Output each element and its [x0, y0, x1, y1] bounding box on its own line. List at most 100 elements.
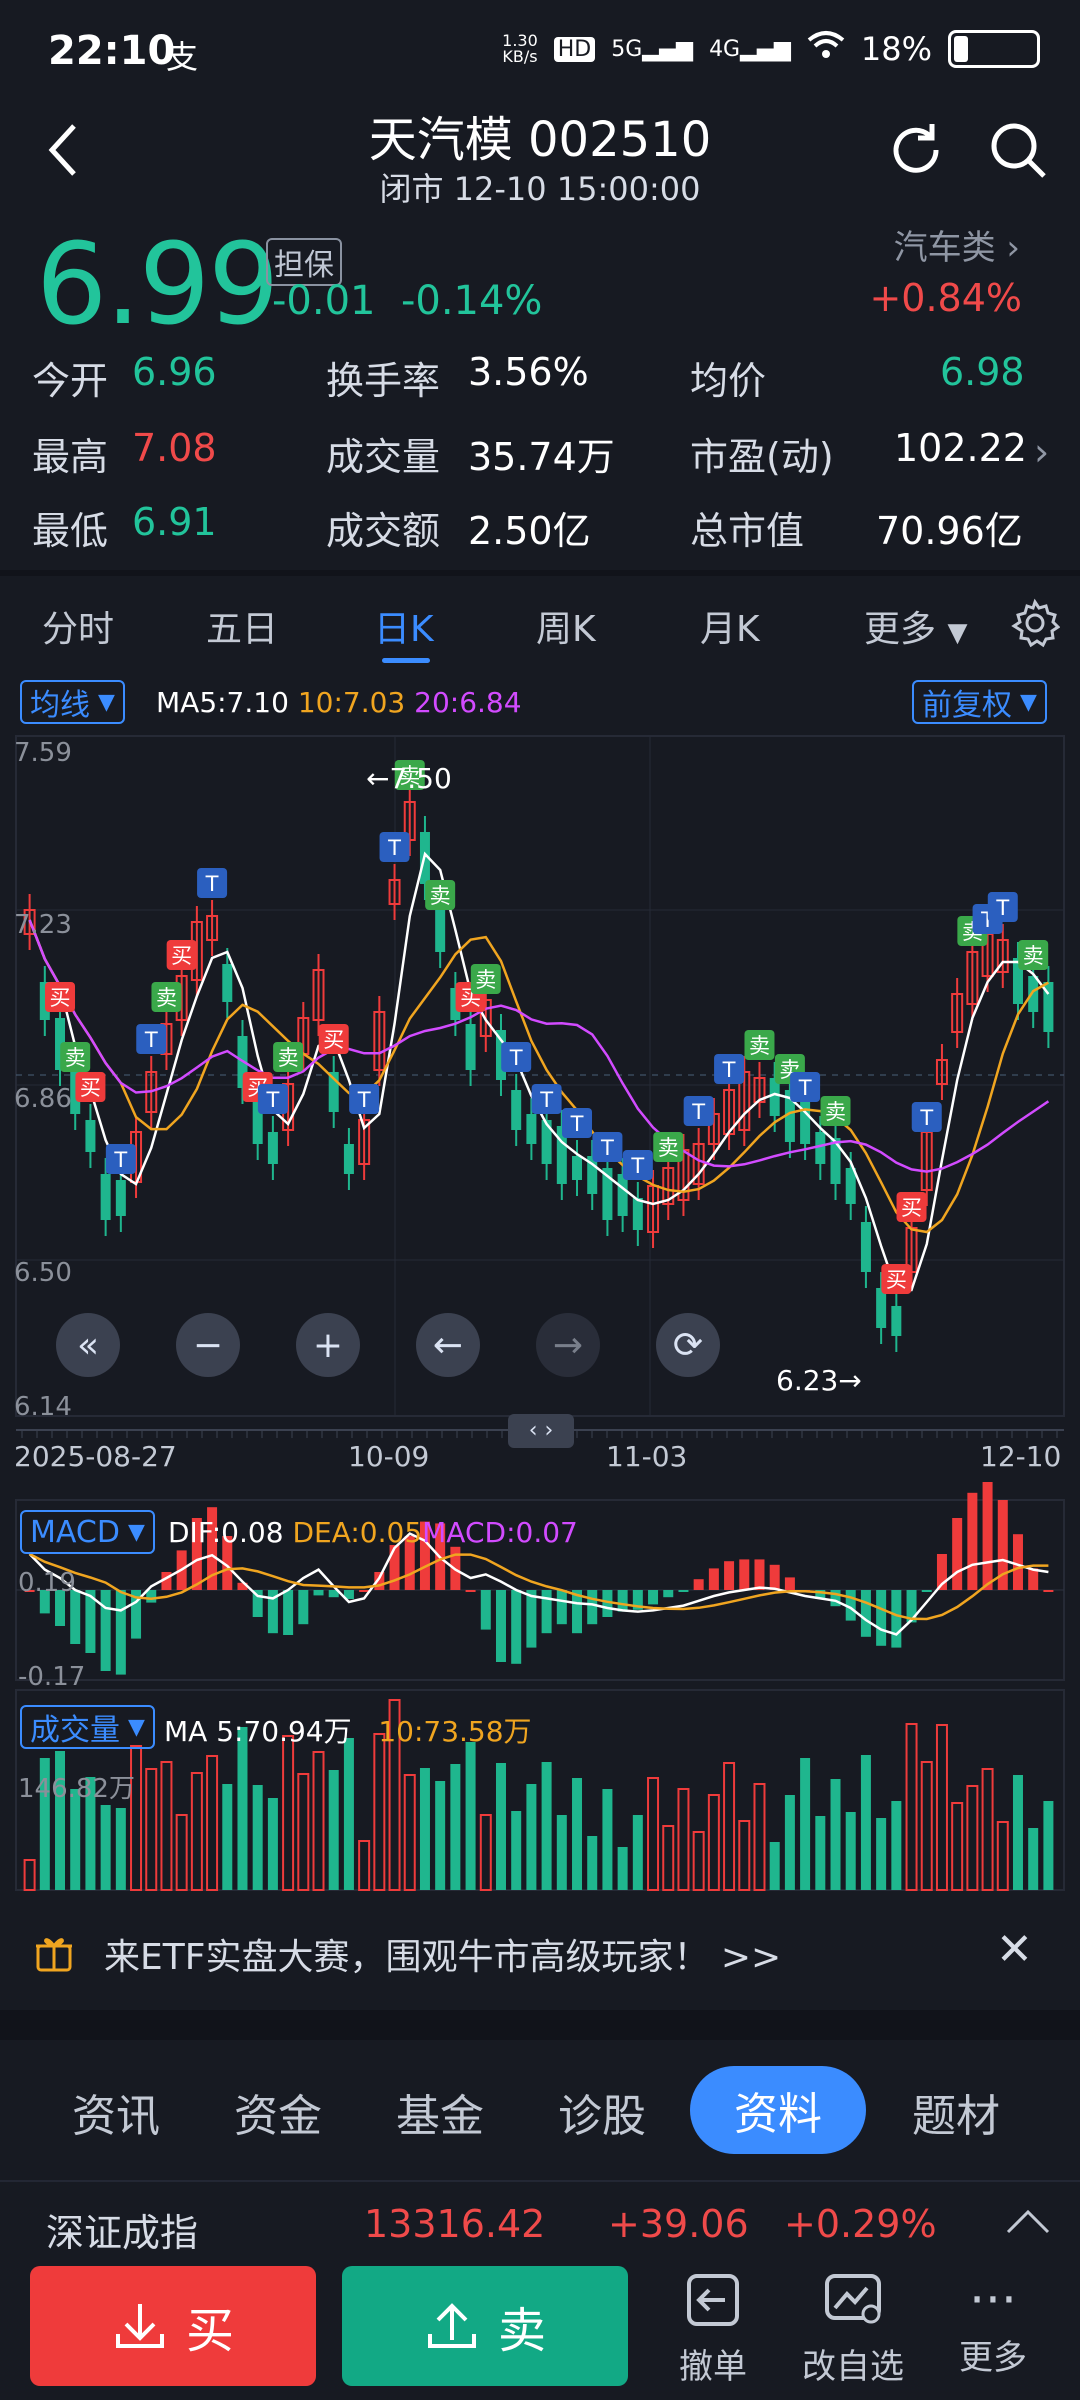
- index-name: 深证成指: [46, 2211, 199, 2255]
- vol-ma10: 10:73.58万: [378, 1715, 532, 1748]
- watchlist-button[interactable]: 改自选: [788, 2270, 918, 2388]
- trade-marker-label: T: [265, 1088, 279, 1112]
- rotate-button[interactable]: ⟳: [656, 1313, 720, 1377]
- info-tabs: 资讯 资金 基金 诊股 资料 题材: [0, 2040, 1080, 2180]
- scroll-right-button[interactable]: →: [536, 1313, 600, 1377]
- macd-bar: [921, 1590, 932, 1592]
- tab-themes[interactable]: 题材: [912, 2080, 1000, 2144]
- trade-marker-label: T: [600, 1136, 614, 1160]
- volume-bar: [784, 1795, 795, 1890]
- volume-bar: [876, 1818, 887, 1890]
- trade-marker-label: T: [630, 1154, 644, 1178]
- cancel-order-label: 撤单: [679, 2347, 747, 2387]
- more-button[interactable]: ··· 更多: [928, 2270, 1058, 2379]
- volume-bar: [206, 1755, 219, 1891]
- volume-ma-values: MA 5:70.94万 10:73.58万: [164, 1710, 532, 1750]
- trade-marker-label: T: [144, 1028, 158, 1052]
- scroll-left-button[interactable]: ←: [416, 1313, 480, 1377]
- search-icon: [991, 123, 1046, 178]
- volume-bar: [160, 1761, 173, 1891]
- drag-handle[interactable]: ‹ ›: [508, 1414, 574, 1448]
- promo-banner[interactable]: 来ETF实盘大赛，围观牛市高级玩家！ >> ✕: [0, 1900, 1080, 2010]
- active-tab-indicator: [382, 658, 430, 663]
- x-label-3: 11-03: [606, 1440, 688, 1473]
- tab-profile[interactable]: 资料: [690, 2066, 866, 2154]
- sector-link[interactable]: 汽车类 ›: [894, 220, 1020, 269]
- status-bar: 22:10 支 1.30 KB/s HD 5G▂▄▆ 4G▂▄▆ 18%: [0, 0, 1080, 110]
- volume-bar: [403, 1774, 416, 1891]
- tab-weekly-k[interactable]: 周K: [536, 600, 596, 652]
- tab-fund[interactable]: 基金: [396, 2080, 484, 2144]
- close-icon[interactable]: ✕: [996, 1924, 1033, 1975]
- trade-marker-label: 卖: [475, 968, 496, 992]
- refresh-button[interactable]: [876, 110, 956, 190]
- candle-body: [526, 1114, 537, 1144]
- avg-label: 均价: [690, 359, 767, 403]
- chevron-right-icon[interactable]: ›: [1034, 430, 1049, 474]
- tab-funds-flow[interactable]: 资金: [234, 2080, 322, 2144]
- kline-chart[interactable]: 买卖买TT卖买T买T卖买TT卖卖买卖TTTTT卖TT卖卖T卖买买T卖T T卖: [0, 730, 1080, 1900]
- macd-bar: [648, 1590, 659, 1605]
- trade-marker-label: 买: [323, 1028, 344, 1052]
- index-ticker[interactable]: 深证成指 13316.42 +39.06 +0.29%: [0, 2180, 1080, 2272]
- low-label: 最低: [32, 509, 109, 553]
- ma-selector[interactable]: 均线 ▼: [20, 680, 125, 724]
- tab-more[interactable]: 更多 ▼: [864, 600, 967, 652]
- adjust-selector[interactable]: 前复权 ▼: [912, 680, 1047, 724]
- volume-bar: [328, 1770, 339, 1890]
- sell-label: 卖: [497, 2303, 546, 2359]
- period-low-value: 6.23: [776, 1364, 839, 1397]
- open-value: 6.96: [132, 350, 217, 394]
- buy-label: 买: [185, 2303, 234, 2359]
- volume-bar: [845, 1812, 856, 1890]
- tab-five-day[interactable]: 五日: [206, 600, 278, 652]
- volume-bar: [358, 1840, 371, 1891]
- trade-marker-label: T: [539, 1088, 553, 1112]
- volume-bar: [465, 1742, 476, 1890]
- search-button[interactable]: [978, 110, 1058, 190]
- candle-body: [267, 1132, 278, 1164]
- net-speed: 1.30 KB/s: [502, 31, 538, 66]
- settings-button[interactable]: [1010, 598, 1061, 652]
- banner-text: 来ETF实盘大赛，围观牛市高级玩家！ >>: [104, 1937, 782, 1978]
- zoom-out-button[interactable]: −: [176, 1313, 240, 1377]
- macd-selector[interactable]: MACD ▼: [20, 1510, 155, 1554]
- y-label-4: 6.50: [14, 1258, 72, 1288]
- candle-body: [876, 1288, 887, 1328]
- volume-bar: [981, 1768, 994, 1891]
- chevron-up-icon[interactable]: [1004, 2206, 1052, 2240]
- volume-selector[interactable]: 成交量 ▼: [20, 1705, 155, 1749]
- trade-marker-label: T: [919, 1106, 933, 1130]
- turnover-label: 换手率: [326, 359, 441, 403]
- tab-intraday[interactable]: 分时: [42, 600, 114, 652]
- volume-bar: [312, 1751, 325, 1891]
- tab-diagnosis[interactable]: 诊股: [558, 2080, 646, 2144]
- sell-button[interactable]: 卖: [342, 2266, 628, 2386]
- tab-daily-k[interactable]: 日K: [374, 600, 434, 652]
- rotate-icon: ⟳: [672, 1324, 704, 1366]
- cancel-order-button[interactable]: 撤单: [648, 2270, 778, 2388]
- macd-bar: [465, 1590, 476, 1592]
- macd-bar: [967, 1492, 978, 1590]
- macd-bar: [115, 1590, 126, 1675]
- tab-news[interactable]: 资讯: [72, 2080, 160, 2144]
- zoom-in-button[interactable]: +: [296, 1313, 360, 1377]
- battery-level: [954, 36, 968, 62]
- trade-marker-label: T: [357, 1088, 371, 1112]
- trade-marker-label: T: [113, 1148, 127, 1172]
- jump-start-button[interactable]: «: [56, 1313, 120, 1377]
- volume-bar: [830, 1779, 841, 1890]
- candle-body: [632, 1198, 643, 1230]
- candle-body: [100, 1174, 111, 1220]
- macd-bar: [891, 1590, 902, 1648]
- trade-marker-label: 买: [886, 1268, 907, 1292]
- tab-monthly-k[interactable]: 月K: [700, 600, 760, 652]
- macd-bar: [541, 1590, 552, 1634]
- signal-5g-icon: 5G▂▄▆: [611, 36, 694, 62]
- header: 天汽模 002510 闭市 12-10 15:00:00: [0, 100, 1080, 210]
- plus-icon: +: [312, 1324, 344, 1366]
- buy-button[interactable]: 买: [30, 2266, 316, 2386]
- macd-bar: [298, 1590, 309, 1625]
- trade-marker-label: 买: [171, 944, 192, 968]
- pe-label: 市盈(动): [690, 435, 834, 479]
